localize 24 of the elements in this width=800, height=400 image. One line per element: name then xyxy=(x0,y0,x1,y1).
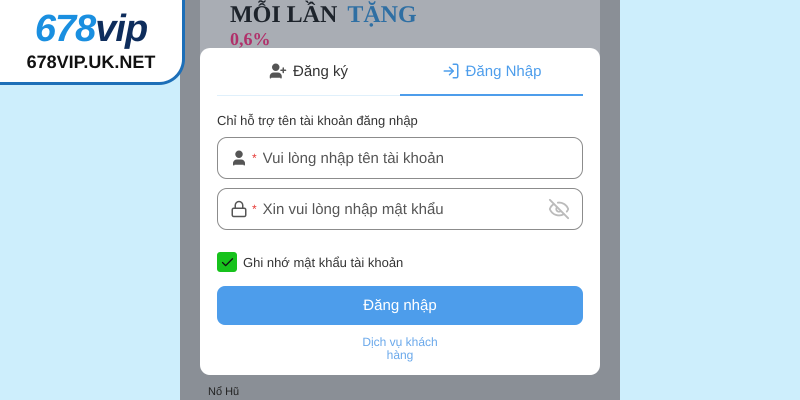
required-mark: * xyxy=(252,151,257,165)
user-icon xyxy=(230,149,248,167)
banner-text: TẶNG xyxy=(347,2,417,29)
tab[interactable]: Đăng ký xyxy=(217,48,400,96)
required-mark: * xyxy=(252,202,257,216)
password-input[interactable]: Xin vui lòng nhập mật khẩu xyxy=(260,200,544,218)
hint-text: Chỉ hỗ trợ tên tài khoản đăng nhập xyxy=(217,113,419,128)
lock-icon xyxy=(230,200,248,218)
user-plus-icon xyxy=(268,62,287,80)
support-link[interactable]: Dịch vụ khách hàng xyxy=(350,336,450,362)
checkbox[interactable] xyxy=(217,252,237,272)
banner-text: MỖI LẦN xyxy=(230,2,338,29)
game-label: Nổ Hũ xyxy=(208,386,240,399)
login-button[interactable]: Đăng nhập xyxy=(217,286,583,325)
domain-text: 678VIP.UK.NET xyxy=(26,52,156,72)
password-field[interactable]: * Xin vui lòng nhập mật khẩu xyxy=(217,188,583,230)
tab[interactable]: Đăng Nhập xyxy=(400,48,583,96)
login-icon xyxy=(442,62,460,80)
username-field[interactable]: * Vui lòng nhập tên tài khoản xyxy=(217,137,583,179)
username-input[interactable]: Vui lòng nhập tên tài khoản xyxy=(260,148,570,168)
logo-number: 678 xyxy=(34,10,96,48)
logo-word: vip xyxy=(95,10,148,48)
banner-text: 0,6% xyxy=(230,29,270,50)
checkbox-label: Ghi nhớ mật khẩu tài khoản xyxy=(243,254,404,270)
